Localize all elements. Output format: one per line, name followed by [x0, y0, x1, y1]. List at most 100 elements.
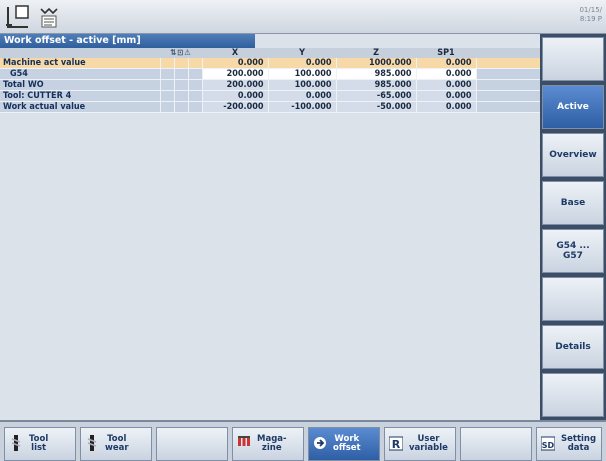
- vsk-overview-button[interactable]: Overview: [542, 133, 604, 177]
- vsk-g54-g57-button[interactable]: G54 ... G57: [542, 229, 604, 273]
- hsk-label: Tool wear: [105, 434, 129, 453]
- vsk-label: Details: [555, 342, 591, 352]
- time-text: 8:19 P: [579, 15, 602, 23]
- row-label: G54: [0, 68, 160, 80]
- user-variable-icon: R: [388, 434, 409, 455]
- status-cell: [187, 101, 202, 113]
- table-row[interactable]: G54 200.000 100.000 985.000 0.000: [0, 68, 540, 80]
- value-cell[interactable]: 100.000: [267, 68, 336, 80]
- value-cell[interactable]: 100.000: [267, 79, 336, 91]
- hsk-label: Maga- zine: [257, 434, 287, 453]
- value-cell[interactable]: 200.000: [201, 79, 268, 91]
- work-offset-panel: Work offset - active [mm] ⇅⊡⚠ X Y Z SP1 …: [0, 34, 540, 420]
- machine-mode-icon: [6, 5, 29, 28]
- svg-text:R: R: [392, 438, 401, 451]
- row-label: Machine act value: [0, 58, 160, 69]
- setting-data-icon: SD: [540, 434, 561, 455]
- row-filler: [475, 79, 540, 91]
- value-cell[interactable]: -50.000: [335, 101, 416, 113]
- value-cell[interactable]: -65.000: [335, 90, 416, 102]
- value-cell[interactable]: 0.000: [415, 79, 476, 91]
- hsk-label: Tool list: [29, 434, 49, 453]
- tool-list-icon: [9, 434, 29, 455]
- table-header-row: ⇅⊡⚠ X Y Z SP1: [0, 48, 540, 58]
- vsk-label: Overview: [549, 150, 597, 160]
- value-cell[interactable]: 985.000: [335, 68, 416, 80]
- value-cell[interactable]: -200.000: [201, 101, 268, 113]
- row-label: Total WO: [0, 79, 160, 91]
- table-row[interactable]: Machine act value 0.000 0.000 1000.000 0.000: [0, 58, 540, 69]
- status-cell: [187, 79, 202, 91]
- row-filler: [475, 58, 540, 69]
- date-text: 01/15/: [579, 6, 602, 14]
- hsk-user-variable-button[interactable]: R User variable: [384, 427, 456, 461]
- status-cell: [159, 101, 174, 113]
- date-time: 01/15/ 8:19 P: [579, 6, 602, 24]
- value-cell[interactable]: -100.000: [267, 101, 336, 113]
- column-header: Y: [268, 48, 336, 58]
- panel-title-filler: [255, 34, 540, 48]
- program-icon: [40, 7, 58, 28]
- status-cell: [187, 90, 202, 102]
- value-cell[interactable]: 0.000: [201, 90, 268, 102]
- row-filler: [475, 90, 540, 102]
- hsk-empty-2-button[interactable]: [156, 427, 228, 461]
- vsk-details-button[interactable]: Details: [542, 325, 604, 369]
- status-cell: [187, 68, 202, 80]
- status-cell: [173, 68, 188, 80]
- panel-title: Work offset - active [mm]: [0, 34, 255, 48]
- status-icons: ⇅⊡⚠: [170, 48, 192, 57]
- value-cell[interactable]: 1000.000: [335, 58, 416, 69]
- hsk-label: Work offset: [333, 434, 361, 453]
- header-blank: [476, 48, 540, 58]
- vsk-base-button[interactable]: Base: [542, 181, 604, 225]
- status-cell: [187, 58, 202, 69]
- offset-table: ⇅⊡⚠ X Y Z SP1 Machine act value 0.000 0.00…: [0, 48, 540, 113]
- vsk-label: Active: [557, 102, 589, 112]
- svg-text:SD: SD: [542, 441, 555, 450]
- vsk-empty-7-button[interactable]: [542, 373, 604, 417]
- table-row[interactable]: Tool: CUTTER 4 0.000 0.000 -65.000 0.000: [0, 90, 540, 102]
- status-cell: [159, 68, 174, 80]
- status-cell: [159, 58, 174, 69]
- value-cell[interactable]: 0.000: [415, 101, 476, 113]
- value-cell[interactable]: 0.000: [267, 90, 336, 102]
- status-cell: [173, 79, 188, 91]
- row-label: Tool: CUTTER 4: [0, 90, 160, 102]
- hsk-empty-6-button[interactable]: [460, 427, 532, 461]
- work-offset-icon: [313, 434, 333, 455]
- value-cell[interactable]: 0.000: [201, 58, 268, 69]
- hsk-tool-wear-button[interactable]: Tool wear: [80, 427, 152, 461]
- horizontal-softkey-bar: Tool list Tool wear Maga- zine Work offset R…: [0, 420, 606, 461]
- value-cell[interactable]: 200.000: [201, 68, 268, 80]
- status-cell: [173, 90, 188, 102]
- column-header: SP1: [416, 48, 476, 58]
- magazine-icon: [237, 434, 257, 455]
- hsk-label: Setting data: [561, 434, 597, 453]
- header-blank: [0, 48, 160, 58]
- value-cell[interactable]: 985.000: [335, 79, 416, 91]
- vsk-empty-5-button[interactable]: [542, 277, 604, 321]
- tool-wear-icon: [85, 434, 105, 455]
- value-cell[interactable]: 0.000: [415, 58, 476, 69]
- vsk-empty-0-button[interactable]: [542, 37, 604, 81]
- row-filler: [475, 68, 540, 80]
- vsk-label: G54 ... G57: [556, 241, 590, 261]
- column-header: Z: [336, 48, 416, 58]
- hsk-tool-list-button[interactable]: Tool list: [4, 427, 76, 461]
- hsk-maga-zine-button[interactable]: Maga- zine: [232, 427, 304, 461]
- header-bar: 01/15/ 8:19 P: [0, 0, 606, 34]
- table-row[interactable]: Total WO 200.000 100.000 985.000 0.000: [0, 79, 540, 91]
- vsk-active-button[interactable]: Active: [542, 85, 604, 129]
- hsk-label: User variable: [409, 434, 448, 453]
- status-cell: [173, 101, 188, 113]
- hsk-work-offset-button[interactable]: Work offset: [308, 427, 380, 461]
- value-cell[interactable]: 0.000: [415, 68, 476, 80]
- vertical-softkey-bar: Active Overview Base G54 ... G57 Details: [540, 34, 606, 420]
- value-cell[interactable]: 0.000: [267, 58, 336, 69]
- status-cell: [159, 90, 174, 102]
- hsk-setting-data-button[interactable]: SD Setting data: [536, 427, 602, 461]
- value-cell[interactable]: 0.000: [415, 90, 476, 102]
- table-row[interactable]: Work actual value -200.000 -100.000 -50.000…: [0, 101, 540, 113]
- row-label: Work actual value: [0, 101, 160, 113]
